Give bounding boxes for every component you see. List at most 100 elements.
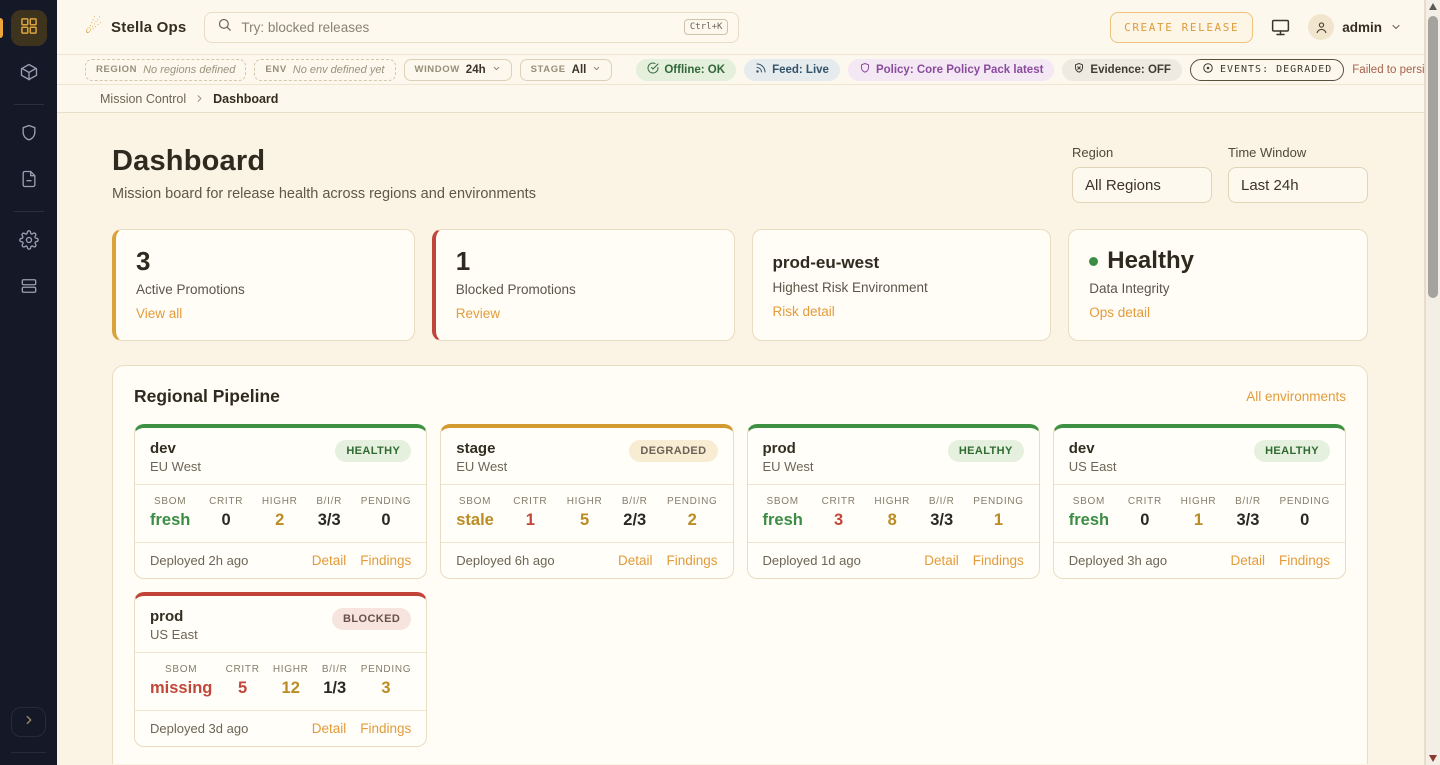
document-icon [19,169,39,194]
page-title-block: Dashboard Mission board for release heal… [112,145,536,202]
panel-title: Regional Pipeline [134,386,280,407]
evidence-status-chip[interactable]: Evidence: OFF [1062,59,1182,81]
view-all-link[interactable]: View all [136,306,182,321]
scrollbar-thumb[interactable] [1428,16,1438,298]
breadcrumb-current: Dashboard [213,92,278,106]
sidebar-item-documents[interactable] [11,163,47,199]
status-badge: HEALTHY [1254,440,1330,462]
breadcrumb-parent[interactable]: Mission Control [100,92,186,106]
feed-status-label: Feed: Live [772,64,829,76]
panel-header: Regional Pipeline All environments [134,386,1346,407]
bir-value: 1/3 [322,679,348,698]
pending-value: 2 [667,511,717,530]
detail-link[interactable]: Detail [618,553,653,568]
pipeline-card-footer: Deployed 6h ago DetailFindings [441,543,732,578]
pipeline-card-footer: Deployed 1d ago DetailFindings [748,543,1039,578]
sidebar-item-security[interactable] [11,117,47,153]
create-release-button[interactable]: CREATE RELEASE [1110,12,1253,43]
sidebar-item-settings[interactable] [11,224,47,260]
env-filter-chip[interactable]: ENV No env defined yet [254,59,395,81]
region-name: US East [150,627,198,642]
review-link[interactable]: Review [456,306,500,321]
risk-detail-link[interactable]: Risk detail [773,304,835,319]
ops-detail-link[interactable]: Ops detail [1089,305,1150,320]
critr-value: 1 [513,511,547,530]
sidebar-divider [14,104,44,105]
sidebar [0,0,57,765]
env-name: prod [763,440,814,457]
policy-status-chip[interactable]: Policy: Core Policy Pack latest [848,59,1054,81]
bir-value: 3/3 [316,511,342,530]
bir-value: 2/3 [622,511,648,530]
regional-pipeline-panel: Regional Pipeline All environments dev E… [112,365,1368,764]
scrollbar[interactable] [1425,0,1440,765]
status-badge: DEGRADED [629,440,717,462]
pipeline-card-stats: SBOMmissing CRITR5 HIGHR12 B/I/R1/3 PEND… [135,652,426,711]
stat-label: HIGHR [262,496,298,507]
detail-link[interactable]: Detail [312,721,347,736]
pipeline-card-prod-us-east: prod US East BLOCKED SBOMmissing CRITR5 … [134,592,427,747]
region-select[interactable]: All Regions [1072,167,1212,203]
stat-label: Data Integrity [1089,281,1347,296]
policy-status-label: Policy: Core Policy Pack latest [876,64,1043,76]
feed-status-chip[interactable]: Feed: Live [744,59,840,81]
findings-link[interactable]: Findings [666,553,717,568]
shield-icon [859,62,871,77]
findings-link[interactable]: Findings [360,553,411,568]
status-badge: HEALTHY [335,440,411,462]
pipeline-grid: dev EU West HEALTHY SBOMfresh CRITR0 HIG… [134,424,1346,747]
window-filter-chip[interactable]: WINDOW 24h [404,59,512,81]
package-icon [19,62,39,87]
sidebar-item-infrastructure[interactable] [11,270,47,306]
stat-label: B/I/R [929,496,955,507]
server-icon [19,276,39,301]
stat-value: prod-eu-west [773,247,1031,274]
monitor-icon[interactable] [1270,17,1291,38]
detail-link[interactable]: Detail [924,553,959,568]
stage-filter-chip[interactable]: STAGE All [520,59,613,81]
stat-label: HIGHR [874,496,910,507]
page-filters: Region All Regions Time Window Last 24h [1072,145,1368,203]
brand-name: Stella Ops [111,19,186,36]
detail-link[interactable]: Detail [1230,553,1265,568]
pending-value: 1 [973,511,1023,530]
deployed-time: Deployed 3d ago [150,721,248,736]
stat-label: B/I/R [322,664,348,675]
global-search[interactable]: Ctrl+K [204,12,739,43]
offline-status-chip[interactable]: Offline: OK [636,59,736,81]
sidebar-collapse-button[interactable] [11,707,46,737]
findings-link[interactable]: Findings [973,553,1024,568]
critr-value: 3 [822,511,856,530]
sidebar-item-dashboard[interactable] [11,10,47,46]
findings-link[interactable]: Findings [360,721,411,736]
stat-card-active-promotions: 3 Active Promotions View all [112,229,415,341]
events-status-chip[interactable]: EVENTS: DEGRADED [1190,59,1344,81]
scroll-down-arrow-icon[interactable] [1429,755,1437,762]
pipeline-card-header: prod US East BLOCKED [135,596,426,652]
sbom-value: missing [150,679,212,698]
sbom-value: fresh [1069,511,1109,530]
critr-value: 5 [226,679,260,698]
scroll-up-arrow-icon[interactable] [1429,3,1437,10]
offline-status-label: Offline: OK [664,64,725,76]
time-window-select[interactable]: Last 24h [1228,167,1368,203]
all-environments-link[interactable]: All environments [1246,389,1346,404]
highr-value: 5 [567,511,603,530]
pipeline-card-footer: Deployed 3h ago DetailFindings [1054,543,1345,578]
detail-link[interactable]: Detail [312,553,347,568]
sidebar-item-releases[interactable] [11,56,47,92]
region-filter-chip[interactable]: REGION No regions defined [85,59,246,81]
chevron-down-icon [592,64,601,76]
stat-label: SBOM [763,496,803,507]
stat-label: HIGHR [273,664,309,675]
stat-label: Blocked Promotions [456,282,714,297]
stat-label: PENDING [667,496,717,507]
pipeline-card-header: prod EU West HEALTHY [748,428,1039,484]
findings-link[interactable]: Findings [1279,553,1330,568]
pipeline-card-stats: SBOMfresh CRITR0 HIGHR2 B/I/R3/3 PENDING… [135,484,426,543]
search-input[interactable] [241,20,674,35]
stat-value: 3 [136,247,394,276]
time-window-select-label: Time Window [1228,145,1368,160]
region-select-label: Region [1072,145,1212,160]
user-menu[interactable]: admin [1308,14,1402,40]
